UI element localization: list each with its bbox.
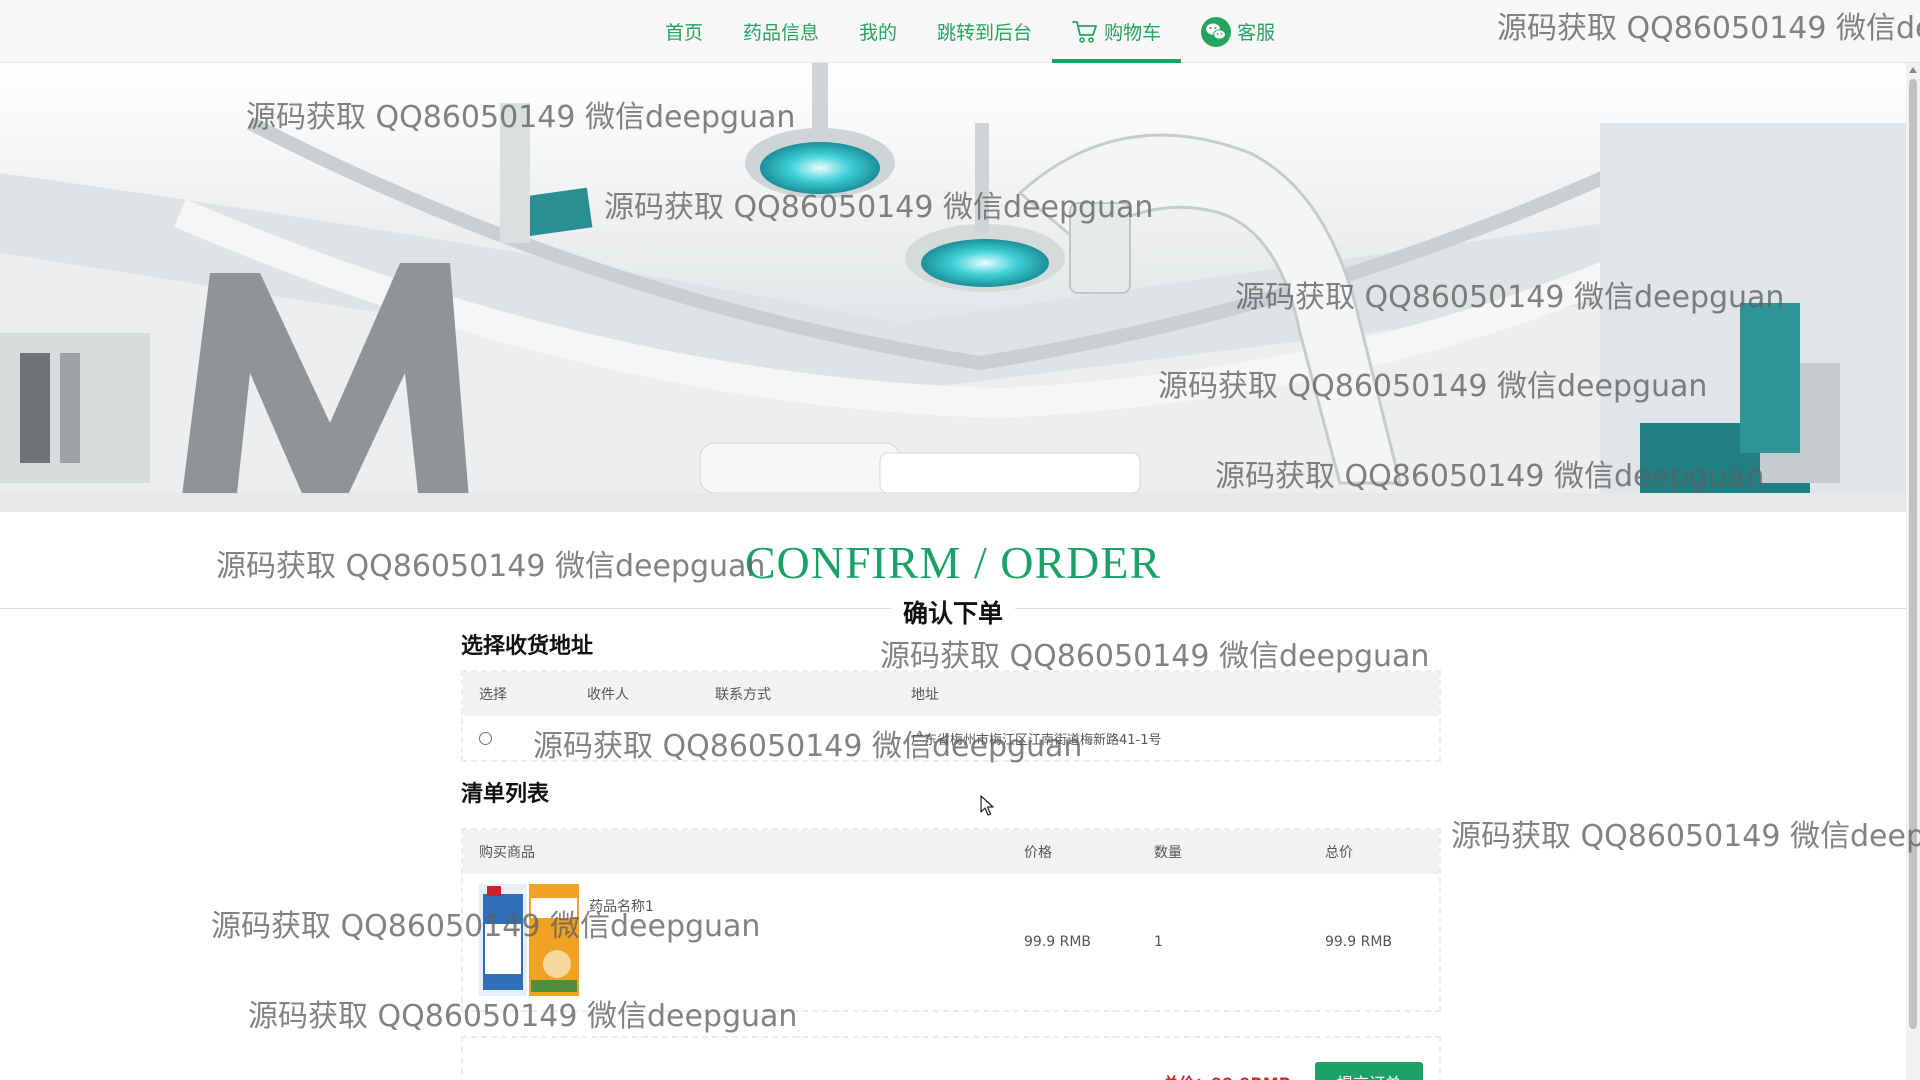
cart-icon [1072, 20, 1098, 44]
col-contact: 联系方式 [715, 687, 771, 703]
page-title-cn-text: 确认下单 [890, 599, 1015, 628]
watermark-10: 源码获取 QQ86050149 微信deepguan [1451, 819, 1920, 854]
nav-label-service: 客服 [1237, 22, 1276, 44]
top-navigation: 首页 药品信息 我的 跳转到后台 购物车 客服 [0, 0, 1920, 63]
nav-item-cart[interactable]: 购物车 [1052, 0, 1182, 63]
nav-item-drug-info[interactable]: 药品信息 [723, 0, 839, 63]
address-table-header: 选择 收件人 联系方式 地址 [463, 672, 1439, 716]
product-name[interactable]: 药品名称1 [589, 896, 654, 916]
vertical-scrollbar[interactable] [1906, 63, 1920, 1080]
hero-banner [0, 63, 1906, 512]
col-select: 选择 [479, 687, 507, 703]
order-item-row: 药品名称1 99.9 RMB 1 99.9 RMB [463, 874, 1439, 1010]
col-recipient: 收件人 [587, 687, 629, 703]
nav-label-drug-info: 药品信息 [743, 22, 820, 44]
nav-item-mine[interactable]: 我的 [839, 0, 917, 63]
product-image[interactable] [479, 884, 579, 996]
product-price: 99.9 RMB [1024, 934, 1092, 950]
order-total: 总价：99.9RMB [1163, 1070, 1291, 1080]
operating-room-illustration [0, 63, 1906, 512]
address-radio-cell [479, 716, 492, 760]
scrollbar-thumb[interactable] [1909, 79, 1917, 1029]
nav-label-cart: 购物车 [1104, 22, 1162, 44]
col-price: 价格 [1024, 845, 1052, 861]
address-radio[interactable] [479, 731, 492, 745]
col-total: 总价 [1325, 845, 1353, 861]
address-row[interactable]: 广东省梅州市梅江区江南街道梅新路41-1号 [463, 716, 1439, 760]
order-table-header: 购买商品 价格 数量 总价 [463, 830, 1439, 874]
wechat-icon [1201, 16, 1232, 47]
nav-label-mine: 我的 [859, 22, 898, 44]
order-summary-box: 总价：99.9RMB 提交订单 [461, 1036, 1441, 1080]
nav-menu: 首页 药品信息 我的 跳转到后台 购物车 客服 [645, 0, 1295, 63]
page-root: 首页 药品信息 我的 跳转到后台 购物车 客服 CONFIRM / ORDER … [0, 0, 1920, 1080]
nav-item-home[interactable]: 首页 [645, 0, 723, 63]
nav-label-home: 首页 [665, 22, 704, 44]
submit-order-button[interactable]: 提交订单 [1315, 1062, 1423, 1080]
watermark-8: 源码获取 QQ86050149 微信deepguan [880, 639, 1430, 674]
page-title-en: CONFIRM / ORDER [744, 537, 1162, 588]
col-address: 地址 [911, 687, 939, 703]
scroll-up-arrow-icon[interactable] [1909, 67, 1917, 73]
mouse-cursor-icon [980, 795, 994, 821]
product-quantity: 1 [1154, 934, 1163, 950]
list-section-title: 清单列表 [461, 782, 550, 807]
address-section-title: 选择收货地址 [461, 634, 594, 659]
product-total: 99.9 RMB [1325, 934, 1393, 950]
nav-item-admin[interactable]: 跳转到后台 [917, 0, 1052, 63]
nav-item-service[interactable]: 客服 [1181, 0, 1295, 63]
nav-label-admin: 跳转到后台 [937, 22, 1033, 44]
address-table: 选择 收件人 联系方式 地址 广东省梅州市梅江区江南街道梅新路41-1号 [461, 670, 1441, 762]
col-quantity: 数量 [1154, 845, 1182, 861]
page-title-cn: 确认下单 [0, 594, 1906, 630]
col-product: 购买商品 [479, 845, 535, 861]
address-text: 广东省梅州市梅江区江南街道梅新路41-1号 [911, 732, 1162, 748]
order-items-table: 购买商品 价格 数量 总价 药品名称1 99.9 RMB 1 99.9 RMB [461, 828, 1441, 1012]
